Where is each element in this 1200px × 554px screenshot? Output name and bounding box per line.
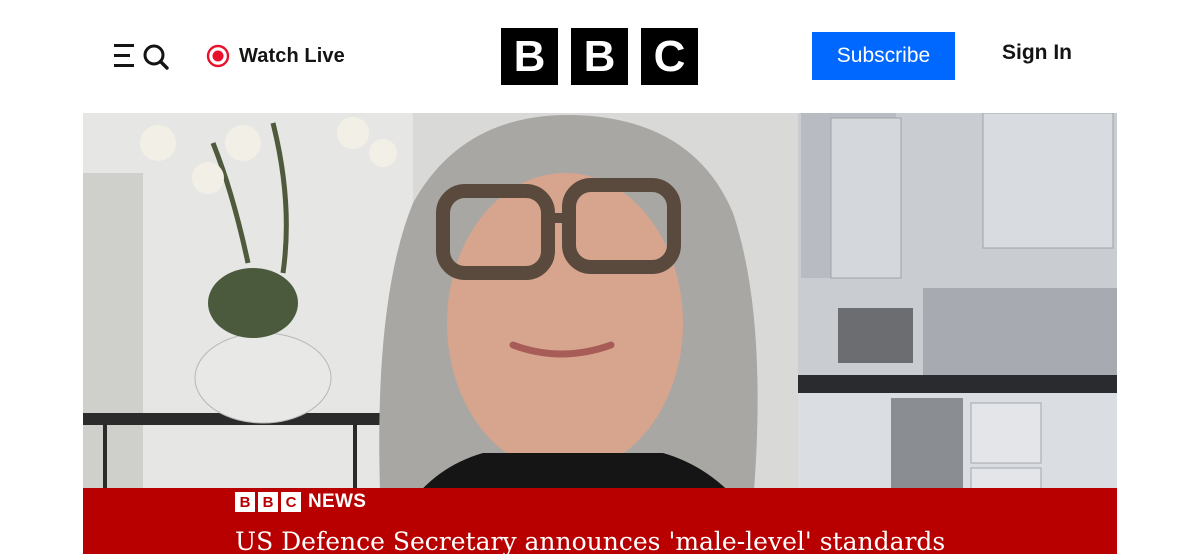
video-headline: US Defence Secretary announces 'male-lev… — [235, 527, 946, 554]
bbc-logo[interactable]: B B C — [501, 28, 698, 85]
sign-in-link[interactable]: Sign In — [1002, 41, 1072, 65]
logo-letter-b1: B — [501, 28, 558, 85]
news-logo-b2: B — [258, 492, 278, 512]
menu-search-icon — [114, 44, 169, 70]
logo-letter-c: C — [641, 28, 698, 85]
site-header: Watch Live B B C Subscribe Sign In — [0, 0, 1200, 112]
news-logo-c: C — [281, 492, 301, 512]
logo-letter-b2: B — [571, 28, 628, 85]
menu-search-button[interactable] — [112, 40, 170, 72]
video-player[interactable]: B B C NEWS US Defence Secretary announce… — [83, 113, 1117, 554]
subscribe-button[interactable]: Subscribe — [812, 32, 955, 80]
watch-live-label: Watch Live — [239, 44, 345, 67]
bbc-news-brand: B B C NEWS — [235, 491, 366, 513]
news-brand-label: NEWS — [308, 491, 367, 512]
news-logo-b1: B — [235, 492, 255, 512]
watch-live-link[interactable]: Watch Live — [206, 41, 345, 71]
live-record-dot-icon — [206, 44, 230, 68]
